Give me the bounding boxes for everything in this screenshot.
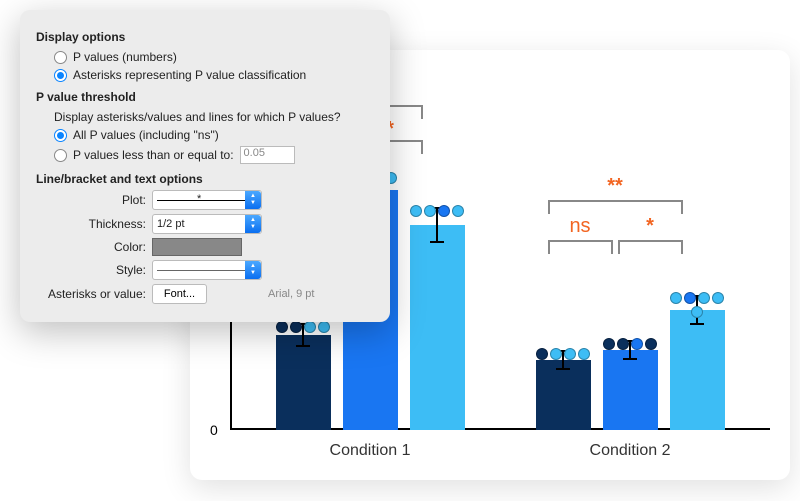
scatter-dots (536, 348, 591, 360)
thickness-select[interactable]: 1/2 pt (152, 214, 262, 234)
threshold-select[interactable]: 0.05 (240, 146, 295, 164)
plot-select[interactable]: * (152, 190, 262, 210)
style-select[interactable] (152, 260, 262, 280)
threshold-question: Display asterisks/values and lines for w… (36, 108, 374, 126)
radio-icon (54, 149, 67, 162)
y-tick-zero: 0 (210, 422, 218, 438)
radio-label: P values less than or equal to: (73, 148, 234, 162)
sig-bracket (548, 200, 683, 202)
sig-bracket (618, 240, 683, 242)
sig-label: ** (595, 175, 635, 198)
color-picker[interactable] (152, 238, 242, 256)
radio-icon (54, 51, 67, 64)
radio-icon (54, 69, 67, 82)
sig-label: ns (555, 215, 605, 238)
bar (670, 310, 725, 430)
stepper-icon (245, 261, 261, 279)
radio-label: P values (numbers) (73, 50, 177, 64)
section-heading: Line/bracket and text options (36, 172, 374, 186)
scatter-dots (410, 205, 465, 217)
radio-all-pvalues[interactable]: All P values (including "ns") (36, 126, 374, 144)
radio-label: All P values (including "ns") (73, 128, 219, 142)
sig-bracket (548, 240, 613, 242)
stepper-icon (245, 191, 261, 209)
format-dialog: Display options P values (numbers) Aster… (20, 10, 390, 322)
plot-label: Plot: (36, 193, 146, 207)
bar (410, 225, 465, 430)
scatter-dots (276, 321, 331, 333)
bar-group-2 (520, 310, 740, 430)
color-label: Color: (36, 240, 146, 254)
scatter-dots (603, 338, 658, 350)
section-heading: P value threshold (36, 90, 374, 104)
stepper-icon (245, 215, 261, 233)
font-hint-text: Arial, 9 pt (268, 288, 374, 300)
radio-label: Asterisks representing P value classific… (73, 68, 306, 82)
bar (276, 335, 331, 430)
section-heading: Display options (36, 30, 374, 44)
sig-label: * (635, 215, 665, 238)
radio-pvalues-numbers[interactable]: P values (numbers) (36, 48, 374, 66)
font-button[interactable]: Font... (152, 284, 207, 304)
radio-asterisks[interactable]: Asterisks representing P value classific… (36, 66, 374, 84)
thickness-label: Thickness: (36, 217, 146, 231)
category-label: Condition 2 (520, 442, 740, 460)
asterisks-value-label: Asterisks or value: (36, 287, 146, 301)
category-label: Condition 1 (260, 442, 480, 460)
radio-less-than[interactable]: P values less than or equal to: 0.05 (36, 144, 374, 166)
style-label: Style: (36, 263, 146, 277)
radio-icon (54, 129, 67, 142)
scatter-dots (670, 292, 725, 318)
bar (603, 350, 658, 430)
bar (536, 360, 591, 430)
